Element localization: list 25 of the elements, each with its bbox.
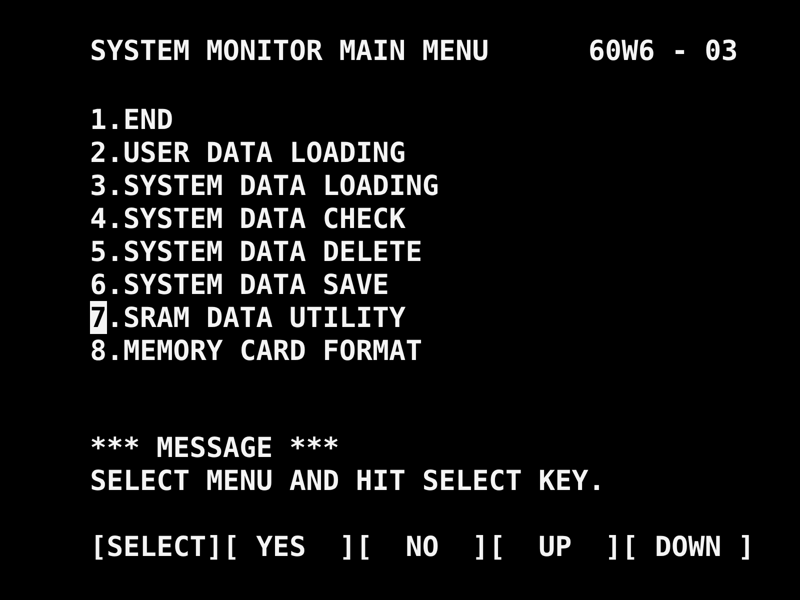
function-key-label[interactable]: [ YES ] — [222, 530, 356, 563]
message-heading: *** MESSAGE *** — [90, 431, 340, 464]
menu-number[interactable]: 8 — [90, 334, 107, 367]
menu-number[interactable]: 7 — [90, 301, 107, 334]
function-key-label[interactable]: [SELECT] — [90, 530, 223, 563]
menu-item[interactable]: .MEMORY CARD FORMAT — [106, 334, 422, 367]
menu-item[interactable]: .SYSTEM DATA SAVE — [106, 268, 390, 301]
menu-number[interactable]: 1 — [90, 103, 107, 136]
function-key-label[interactable]: [ DOWN ] — [622, 530, 755, 563]
function-key-label[interactable]: [ UP ] — [488, 530, 622, 563]
menu-item[interactable]: .SYSTEM DATA DELETE — [106, 235, 422, 268]
menu-item[interactable]: .SRAM DATA UTILITY — [106, 301, 406, 334]
function-key-label[interactable]: [ NO ] — [356, 530, 489, 563]
version-code: 60W6 - 03 — [588, 34, 738, 67]
menu-number[interactable]: 5 — [90, 235, 107, 268]
menu-item[interactable]: .USER DATA LOADING — [106, 136, 406, 169]
menu-number[interactable]: 6 — [90, 268, 107, 301]
message-text: SELECT MENU AND HIT SELECT KEY. — [90, 464, 605, 497]
menu-item[interactable]: .SYSTEM DATA CHECK — [106, 202, 406, 235]
menu-title: SYSTEM MONITOR MAIN MENU — [90, 34, 489, 67]
menu-item[interactable]: .SYSTEM DATA LOADING — [106, 169, 439, 202]
menu-number[interactable]: 4 — [90, 202, 107, 235]
menu-item[interactable]: .END — [106, 103, 174, 136]
menu-number[interactable]: 3 — [90, 169, 107, 202]
menu-number[interactable]: 2 — [90, 136, 107, 169]
